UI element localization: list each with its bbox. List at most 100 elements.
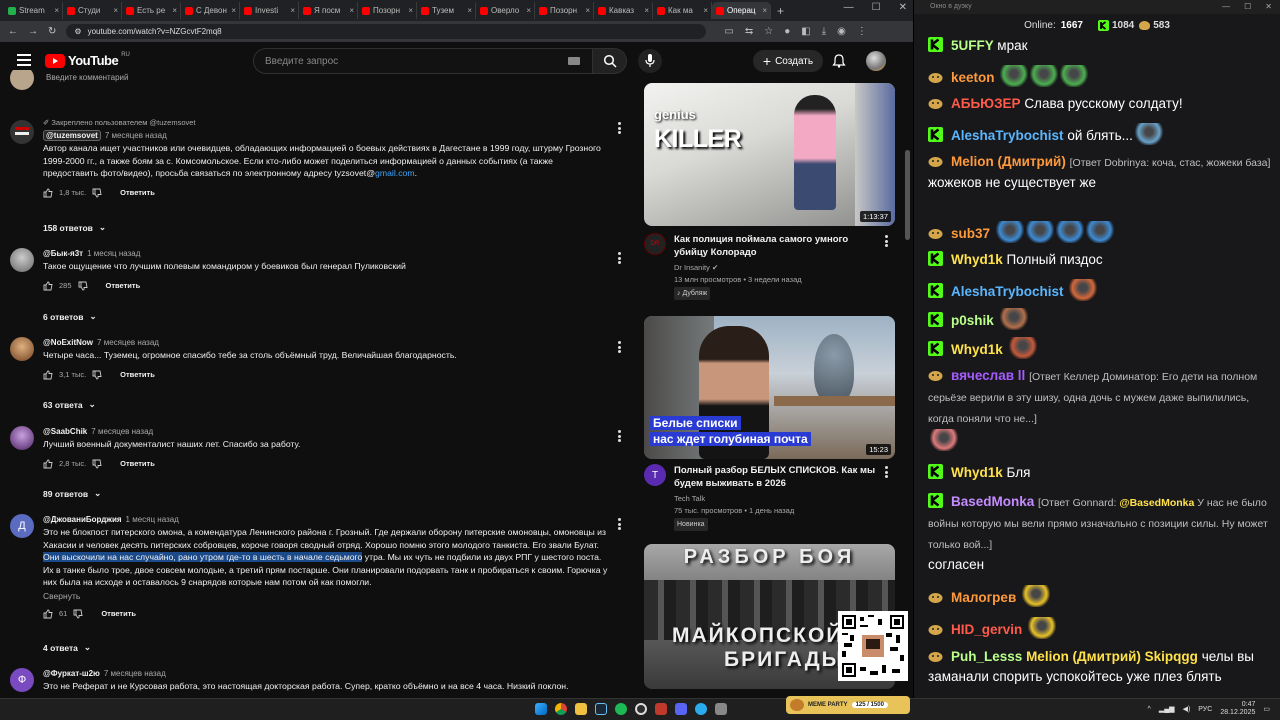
chat-username[interactable]: AleshaTrybochist <box>951 128 1064 143</box>
youtube-logo[interactable]: YouTube RU <box>45 52 130 68</box>
like-icon[interactable] <box>43 281 53 291</box>
replies-toggle[interactable]: 4 ответа ⌄ <box>43 642 91 653</box>
extension-icon[interactable]: ● <box>784 26 790 37</box>
obs-icon[interactable] <box>635 703 647 715</box>
site-info-icon[interactable]: ⚙ <box>74 27 81 36</box>
chat-username[interactable]: AleshaTrybochist <box>951 284 1064 299</box>
video-thumbnail[interactable]: Белые списки нас ждет голубиная почта 15… <box>644 316 895 459</box>
browser-tab[interactable]: Как ма × <box>653 2 712 19</box>
close-icon[interactable]: × <box>54 6 59 15</box>
chat-username[interactable]: p0shik <box>951 313 994 328</box>
comment-author[interactable]: @tuzemsovet <box>43 129 101 141</box>
chat-username[interactable]: Whyd1k <box>951 465 1003 480</box>
chat-username[interactable]: вячеслав ll <box>951 368 1025 383</box>
chat-username[interactable]: Whyd1k <box>951 252 1003 267</box>
channel-avatar[interactable]: T <box>644 464 666 486</box>
video-title[interactable]: Полный разбор БЕЛЫХ СПИСКОВ. Как мы буде… <box>674 464 879 490</box>
chat-username[interactable]: Малогрев <box>951 590 1016 605</box>
reply-button[interactable]: Ответить <box>120 459 155 468</box>
spotify-icon[interactable] <box>615 703 627 715</box>
notification-icon[interactable]: ▭ <box>1263 705 1270 713</box>
bookmark-star-icon[interactable]: ☆ <box>764 26 773 37</box>
channel-name[interactable]: Tech Talk <box>674 493 705 504</box>
close-icon[interactable]: × <box>172 6 177 15</box>
comment-author[interactable]: @ДжованиБорджия <box>43 515 122 524</box>
chat-username[interactable]: Melion (Дмитрий) <box>951 154 1066 169</box>
reply-mention[interactable]: @BasedMonka <box>1119 497 1194 509</box>
dislike-icon[interactable] <box>92 459 102 469</box>
comment-more-icon[interactable] <box>618 430 622 442</box>
dislike-icon[interactable] <box>92 188 102 198</box>
maximize-icon[interactable]: ☐ <box>1244 0 1251 14</box>
chat-username[interactable]: BasedMonka <box>951 494 1034 509</box>
account-avatar[interactable] <box>866 51 886 71</box>
chat-username[interactable]: sub37 <box>951 226 990 241</box>
scrollbar[interactable] <box>905 150 910 240</box>
dislike-icon[interactable] <box>73 609 83 619</box>
replies-toggle[interactable]: 89 ответов ⌄ <box>43 488 101 499</box>
folder-icon[interactable] <box>575 703 587 715</box>
minimize-icon[interactable]: — <box>844 2 854 13</box>
reply-button[interactable]: Ответить <box>101 609 136 618</box>
video-title[interactable]: Как полиция поймала самого умного убийцу… <box>674 233 879 259</box>
discord-icon[interactable] <box>675 703 687 715</box>
telegram-icon[interactable] <box>695 703 707 715</box>
browser-tab[interactable]: Позорн × <box>535 2 594 19</box>
close-icon[interactable]: × <box>762 6 767 15</box>
forward-icon[interactable]: → <box>28 26 38 37</box>
notifications-bell-icon[interactable] <box>832 54 846 68</box>
replies-toggle[interactable]: 6 ответов ⌄ <box>43 311 97 322</box>
profile-icon[interactable]: ◉ <box>837 26 846 37</box>
chat-username[interactable]: 5UFFY <box>951 38 994 53</box>
comment-time[interactable]: 7 месяцев назад <box>105 131 167 140</box>
avatar[interactable]: Ф <box>10 668 34 692</box>
chat-mentions[interactable]: Melion (Дмитрий) Skipqgg <box>1026 649 1198 664</box>
comment-author[interactable]: @NoExitNow <box>43 338 93 347</box>
maximize-icon[interactable]: ☐ <box>872 2 881 13</box>
browser-tab[interactable]: Тузем × <box>417 2 476 19</box>
comment-more-icon[interactable] <box>618 341 622 353</box>
close-icon[interactable]: × <box>644 6 649 15</box>
back-icon[interactable]: ← <box>8 26 18 37</box>
video-more-icon[interactable] <box>885 235 889 247</box>
avatar[interactable]: Д <box>10 514 34 538</box>
chat-username[interactable]: keeton <box>951 70 995 85</box>
download-icon[interactable]: ⤓ <box>822 26 826 37</box>
browser-tab[interactable]: Позорн × <box>358 2 417 19</box>
address-bar[interactable]: ⚙ youtube.com/watch?v=NZGcvtF2mq8 <box>66 24 707 39</box>
create-button[interactable]: + Создать <box>753 50 823 72</box>
comment-more-icon[interactable] <box>618 518 622 530</box>
reply-button[interactable]: Ответить <box>120 370 155 379</box>
comment-input[interactable]: Введите комментарий <box>46 73 128 82</box>
comment-time[interactable]: 7 месяцев назад <box>97 338 159 347</box>
avatar[interactable] <box>10 337 34 361</box>
browser-tab[interactable]: Я посм × <box>299 2 358 19</box>
like-icon[interactable] <box>43 370 53 380</box>
avatar[interactable] <box>10 248 34 272</box>
browser-tab[interactable]: С Девон × <box>181 2 240 19</box>
minimize-icon[interactable]: — <box>1222 0 1230 14</box>
close-icon[interactable]: × <box>349 6 354 15</box>
tray-chevron-icon[interactable]: ^ <box>1148 706 1151 713</box>
browser-tab-active[interactable]: Операц × <box>712 2 771 19</box>
comment-time[interactable]: 7 месяцев назад <box>91 427 153 436</box>
selected-text[interactable]: Они выскочили на нас случайно, рано утро… <box>43 552 363 562</box>
avatar[interactable] <box>10 120 34 144</box>
channel-name[interactable]: Dr Insanity ✔ <box>674 262 718 273</box>
chat-username[interactable]: Whyd1k <box>951 342 1003 357</box>
close-icon[interactable]: × <box>585 6 590 15</box>
dislike-icon[interactable] <box>78 281 88 291</box>
translate-icon[interactable]: ⇆ <box>745 26 753 37</box>
browser-tab[interactable]: Оверло × <box>476 2 535 19</box>
replies-toggle[interactable]: 158 ответов ⌄ <box>43 222 106 233</box>
app-icon[interactable] <box>655 703 667 715</box>
clock[interactable]: 0:47 28.12.2025 <box>1220 701 1255 717</box>
chat-username[interactable]: HID_gervin <box>951 622 1022 637</box>
steam-icon[interactable] <box>595 703 607 715</box>
comment-time[interactable]: 7 месяцев назад <box>104 669 166 678</box>
chrome-icon[interactable] <box>555 703 567 715</box>
close-icon[interactable]: × <box>231 6 236 15</box>
reply-button[interactable]: Ответить <box>106 281 141 290</box>
replies-toggle[interactable]: 63 ответа ⌄ <box>43 399 96 410</box>
close-icon[interactable]: × <box>526 6 531 15</box>
